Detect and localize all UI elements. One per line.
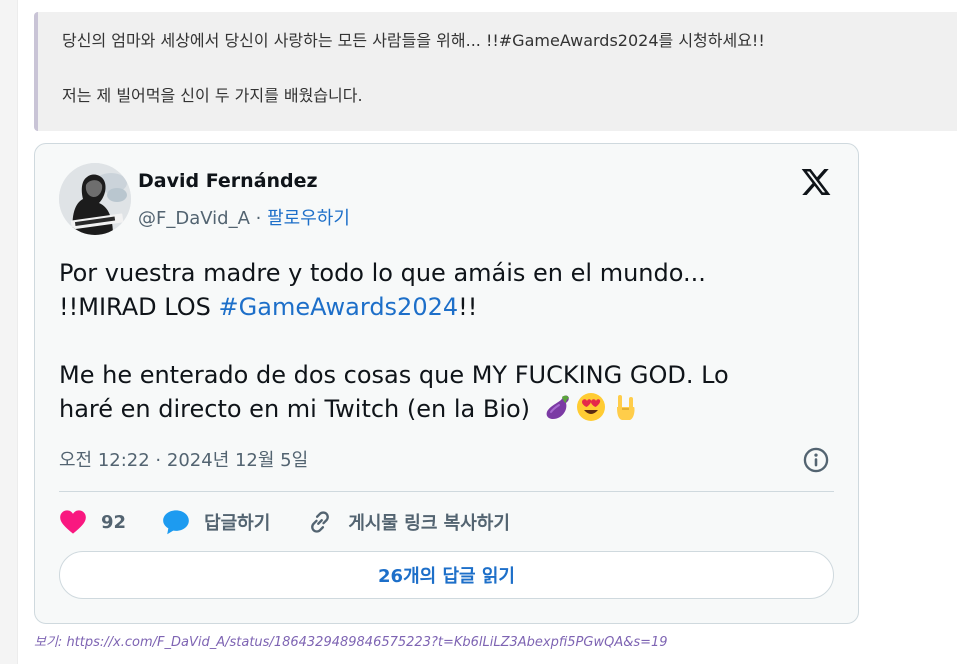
tweet-line-3: Me he enterado de dos cosas que MY FUCKI… — [59, 361, 729, 389]
read-replies-button[interactable]: 26개의 답글 읽기 — [59, 551, 834, 599]
tweet-timestamp[interactable]: 오전 12:22 · 2024년 12월 5일 — [59, 446, 308, 472]
handle-row: @F_DaVid_A · 팔로우하기 — [138, 204, 350, 230]
source-link[interactable]: https://x.com/F_DaVid_A/status/186432948… — [66, 635, 667, 650]
tweet-line-4: haré en directo en mi Twitch (en la Bio) — [59, 392, 839, 426]
hashtag-link[interactable]: #GameAwards2024 — [219, 293, 459, 321]
heart-eyes-emoji-icon — [576, 393, 605, 421]
tweet-line-2: !!MIRAD LOS #GameAwards2024!! — [59, 290, 839, 324]
like-button[interactable]: 92 — [59, 509, 126, 535]
like-count: 92 — [101, 511, 127, 533]
reply-button[interactable]: 답글하기 — [162, 509, 270, 535]
quote-line-2: 저는 제 빌어먹을 신이 두 가지를 배웠습니다. — [62, 86, 363, 105]
rock-hand-emoji-icon — [616, 395, 635, 420]
link-icon — [311, 511, 330, 533]
read-replies-label: 26개의 답글 읽기 — [378, 566, 515, 587]
embedded-tweet-card: David Fernández @F_DaVid_A · 팔로우하기 Por v… — [34, 143, 859, 624]
info-icon[interactable] — [802, 446, 830, 474]
tweet-actions: 92 답글하기 게시물 링크 복사하기 — [59, 506, 546, 538]
reply-label: 답글하기 — [204, 513, 271, 534]
source-line: 보기: https://x.com/F_DaVid_A/status/18643… — [34, 631, 668, 650]
x-logo-icon[interactable] — [799, 166, 833, 198]
source-prefix: 보기: — [34, 635, 67, 650]
tweet-line-2-prefix: !!MIRAD LOS — [59, 293, 219, 321]
avatar[interactable] — [59, 163, 131, 235]
translation-blockquote: 당신의 엄마와 세상에서 당신이 사랑하는 모든 사람들을 위해... !!#G… — [34, 12, 957, 131]
handle-separator: · — [249, 208, 268, 229]
copy-link-label: 게시물 링크 복사하기 — [348, 513, 510, 534]
author-name[interactable]: David Fernández — [138, 170, 318, 192]
heart-icon — [60, 510, 86, 534]
avatar-image — [59, 163, 131, 235]
tweet-line-1: Por vuestra madre y todo lo que amáis en… — [59, 259, 706, 287]
tweet-line-4-text: haré en directo en mi Twitch (en la Bio) — [59, 395, 531, 423]
tweet-text: Por vuestra madre y todo lo que amáis en… — [59, 256, 839, 426]
reply-bubble-icon — [163, 510, 189, 535]
divider — [59, 491, 834, 492]
quote-line-1: 당신의 엄마와 세상에서 당신이 사랑하는 모든 사람들을 위해... !!#G… — [62, 31, 765, 50]
copy-link-button[interactable]: 게시물 링크 복사하기 — [306, 508, 510, 536]
tweet-line-2-suffix: !! — [458, 293, 478, 321]
left-margin-bar — [0, 0, 18, 664]
follow-link[interactable]: 팔로우하기 — [267, 208, 350, 229]
eggplant-emoji-icon — [546, 395, 569, 419]
author-handle[interactable]: @F_DaVid_A — [138, 208, 250, 229]
